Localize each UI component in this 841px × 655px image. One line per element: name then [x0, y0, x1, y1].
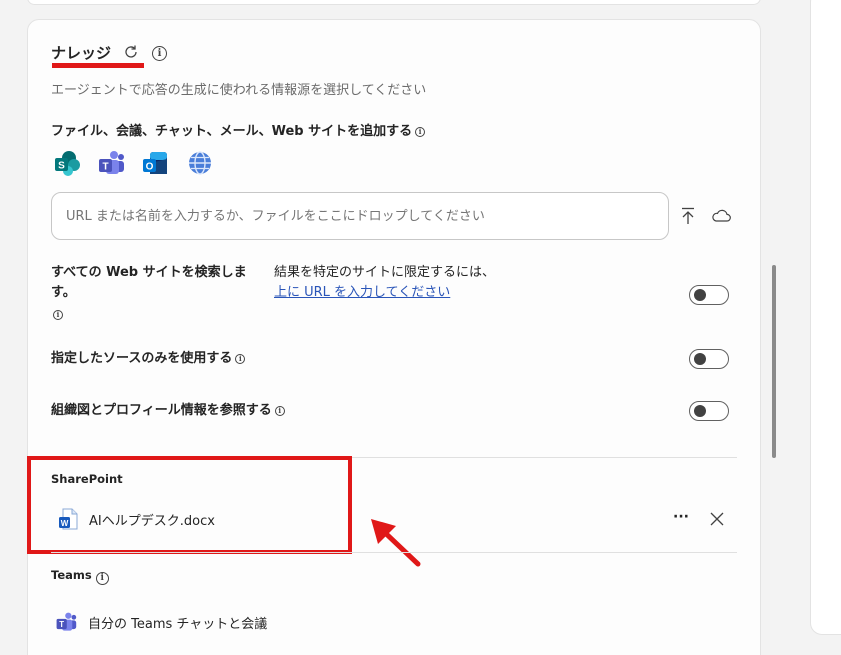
only-sources-text: 指定したソースのみを使用する [51, 351, 233, 366]
outlook-icon[interactable]: O [141, 149, 169, 177]
teams-item-label[interactable]: 自分の Teams チャットと会議 [88, 613, 267, 632]
org-chart-toggle[interactable] [689, 401, 729, 421]
add-sources-info-icon[interactable]: i [415, 126, 426, 137]
close-icon[interactable] [710, 512, 724, 526]
add-sources-text: ファイル、会議、チャット、メール、Web サイトを追加する [51, 124, 413, 139]
more-options-button[interactable]: ··· [673, 509, 689, 525]
only-sources-label: 指定したソースのみを使用する i [51, 349, 246, 369]
highlight-arrow [371, 519, 421, 567]
teams-icon: T [56, 612, 77, 631]
title-highlight-underline [52, 63, 144, 68]
svg-text:O: O [146, 162, 154, 173]
only-sources-toggle[interactable] [689, 349, 729, 369]
previous-card [27, 0, 761, 5]
web-search-label-line1: すべての Web サイトを検索しま [51, 265, 247, 280]
teams-icon[interactable]: T [97, 149, 125, 177]
add-sources-label: ファイル、会議、チャット、メール、Web サイトを追加する i [51, 120, 426, 139]
teams-info-icon[interactable]: i [95, 572, 109, 585]
knowledge-title: ナレッジ [51, 44, 112, 62]
teams-heading: Teams i [51, 568, 109, 585]
right-panel [810, 0, 841, 635]
knowledge-info-icon[interactable]: i [152, 46, 167, 61]
upload-icon[interactable] [680, 207, 696, 225]
svg-text:T: T [59, 620, 64, 629]
web-search-info-icon[interactable]: i [53, 310, 63, 320]
web-search-label: すべての Web サイトを検索しま す。 [51, 263, 247, 303]
url-input[interactable] [51, 192, 669, 240]
web-search-toggle[interactable] [689, 285, 729, 305]
web-search-label-line2: す。 [51, 285, 76, 300]
svg-text:T: T [102, 162, 108, 173]
org-chart-text: 組織図とプロフィール情報を参照する [51, 403, 272, 418]
enter-url-link[interactable]: 上に URL を入力してください [274, 283, 495, 303]
web-search-note: 結果を特定のサイトに限定するには、 上に URL を入力してください [274, 263, 495, 303]
knowledge-description: エージェントで応答の生成に使われる情報源を選択してください [51, 83, 427, 98]
scrollbar[interactable] [772, 265, 776, 458]
org-chart-info-icon[interactable]: i [274, 405, 285, 416]
divider [51, 552, 737, 553]
svg-text:S: S [58, 161, 65, 172]
teams-heading-text: Teams [51, 568, 92, 582]
highlight-box [27, 456, 352, 554]
refresh-icon[interactable] [123, 44, 139, 60]
sharepoint-icon[interactable]: S [53, 149, 81, 177]
web-search-note-text: 結果を特定のサイトに限定するには、 [274, 265, 496, 280]
org-chart-label: 組織図とプロフィール情報を参照する i [51, 401, 285, 421]
cloud-icon[interactable] [711, 208, 731, 222]
only-sources-info-icon[interactable]: i [235, 353, 246, 364]
web-globe-icon[interactable] [186, 149, 214, 177]
